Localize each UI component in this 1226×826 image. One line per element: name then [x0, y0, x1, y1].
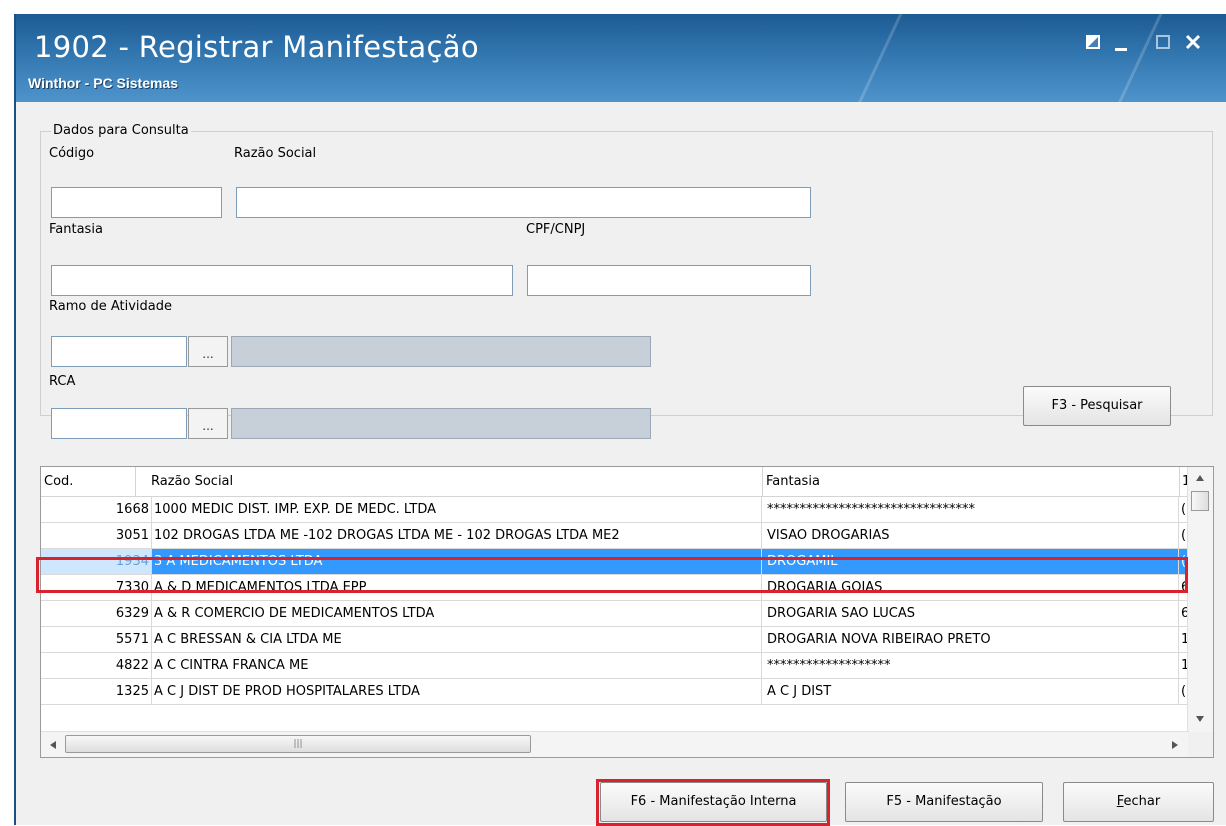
cell-cod: 5571 [41, 627, 152, 652]
table-row[interactable]: 4822 A C CINTRA FRANCA ME ****************… [41, 653, 1189, 679]
restore-icon[interactable] [1084, 34, 1102, 50]
scroll-left-icon [50, 741, 56, 749]
rca-label: RCA [49, 374, 76, 389]
window-title: 1902 - Registrar Manifestação [34, 30, 479, 64]
table-row[interactable]: 1668 1000 MEDIC DIST. IMP. EXP. DE MEDC. … [41, 497, 1189, 523]
horizontal-scroll-thumb[interactable]: ||| [65, 735, 531, 753]
title-bar[interactable]: 1902 - Registrar Manifestação Winthor - … [16, 14, 1226, 102]
horizontal-scrollbar[interactable]: ||| [41, 731, 1189, 757]
cell-razao-social: 1000 MEDIC DIST. IMP. EXP. DE MEDC. LTDA [152, 497, 762, 522]
codigo-label: Código [49, 146, 95, 161]
results-grid[interactable]: Cod. Razão Social Fantasia 1 16681000 ME… [40, 466, 1214, 758]
main-window: 1902 - Registrar Manifestação Winthor - … [14, 14, 1226, 826]
fantasia-label: Fantasia [49, 222, 103, 237]
cell-fantasia: DROGARIA SAO LUCAS [762, 601, 1179, 626]
cell-cod: 1668 [41, 497, 152, 522]
fantasia-input[interactable] [51, 265, 513, 296]
rca-lookup-button[interactable]: ... [188, 408, 228, 439]
scroll-up-icon [1196, 475, 1204, 481]
fechar-button[interactable]: Fechar [1063, 782, 1214, 822]
cell-fantasia: ******************* [762, 653, 1179, 678]
f6-button-highlight [596, 779, 830, 826]
ramo-atividade-label: Ramo de Atividade [49, 299, 172, 314]
pesquisar-button[interactable]: F3 - Pesquisar [1023, 386, 1171, 426]
rca-description [231, 408, 651, 439]
fechar-label: echar [1123, 794, 1161, 809]
cell-fantasia: VISAO DROGARIAS [762, 523, 1179, 548]
group-title: Dados para Consulta [51, 123, 191, 138]
query-groupbox: Dados para Consulta Código Razão Social … [40, 123, 1213, 439]
table-row[interactable]: 1325 A C J DIST DE PROD HOSPITALARES LTDA… [41, 679, 1189, 705]
manifestacao-button[interactable]: F5 - Manifestação [845, 782, 1043, 822]
table-row[interactable]: 6329 A & R COMERCIO DE MEDICAMENTOS LTDA D… [41, 601, 1189, 627]
column-header-razao-social[interactable]: Razão Social [151, 467, 233, 496]
fechar-accelerator: F [1116, 794, 1124, 809]
cpf-cnpj-label: CPF/CNPJ [526, 222, 586, 237]
cell-razao-social: A C CINTRA FRANCA ME [152, 653, 762, 678]
table-row[interactable]: 5571 A C BRESSAN & CIA LTDA ME DROGARIA NO… [41, 627, 1189, 653]
selected-row-highlight [36, 557, 1188, 593]
scroll-down-icon [1196, 716, 1204, 722]
cell-fantasia: ******************************** [762, 497, 1179, 522]
cell-cod: 6329 [41, 601, 152, 626]
cell-fantasia: DROGARIA NOVA RIBEIRAO PRETO [762, 627, 1179, 652]
table-row[interactable]: 3051 102 DROGAS LTDA ME -102 DROGAS LTDA … [41, 523, 1189, 549]
column-header-fantasia[interactable]: Fantasia [766, 467, 820, 496]
minimize-icon[interactable] [1112, 38, 1130, 54]
maximize-icon[interactable] [1154, 34, 1172, 50]
ramo-atividade-input[interactable] [51, 336, 187, 367]
razao-social-label: Razão Social [234, 146, 317, 161]
window-content: Dados para Consulta Código Razão Social … [16, 102, 1226, 826]
column-header-cod[interactable]: Cod. [44, 467, 73, 496]
cell-cod: 1325 [41, 679, 152, 704]
razao-social-input[interactable] [236, 187, 811, 218]
codigo-input[interactable] [51, 187, 222, 218]
cell-cod: 4822 [41, 653, 152, 678]
cell-razao-social: 102 DROGAS LTDA ME -102 DROGAS LTDA ME -… [152, 523, 762, 548]
grid-header: Cod. Razão Social Fantasia 1 [41, 467, 1190, 497]
cell-razao-social: A C BRESSAN & CIA LTDA ME [152, 627, 762, 652]
rca-input[interactable] [51, 408, 187, 439]
cell-fantasia: A C J DIST [762, 679, 1179, 704]
scroll-right-icon [1172, 741, 1178, 749]
ramo-atividade-description [231, 336, 651, 367]
window-subtitle: Winthor - PC Sistemas [28, 75, 179, 91]
scrollbar-corner [1188, 732, 1213, 757]
close-icon[interactable] [1184, 34, 1202, 50]
vertical-scroll-thumb[interactable] [1191, 491, 1209, 511]
cpf-cnpj-input[interactable] [527, 265, 811, 296]
cell-cod: 3051 [41, 523, 152, 548]
cell-razao-social: A C J DIST DE PROD HOSPITALARES LTDA [152, 679, 762, 704]
vertical-scrollbar[interactable] [1187, 467, 1213, 733]
cell-razao-social: A & R COMERCIO DE MEDICAMENTOS LTDA [152, 601, 762, 626]
ramo-atividade-lookup-button[interactable]: ... [188, 336, 228, 367]
